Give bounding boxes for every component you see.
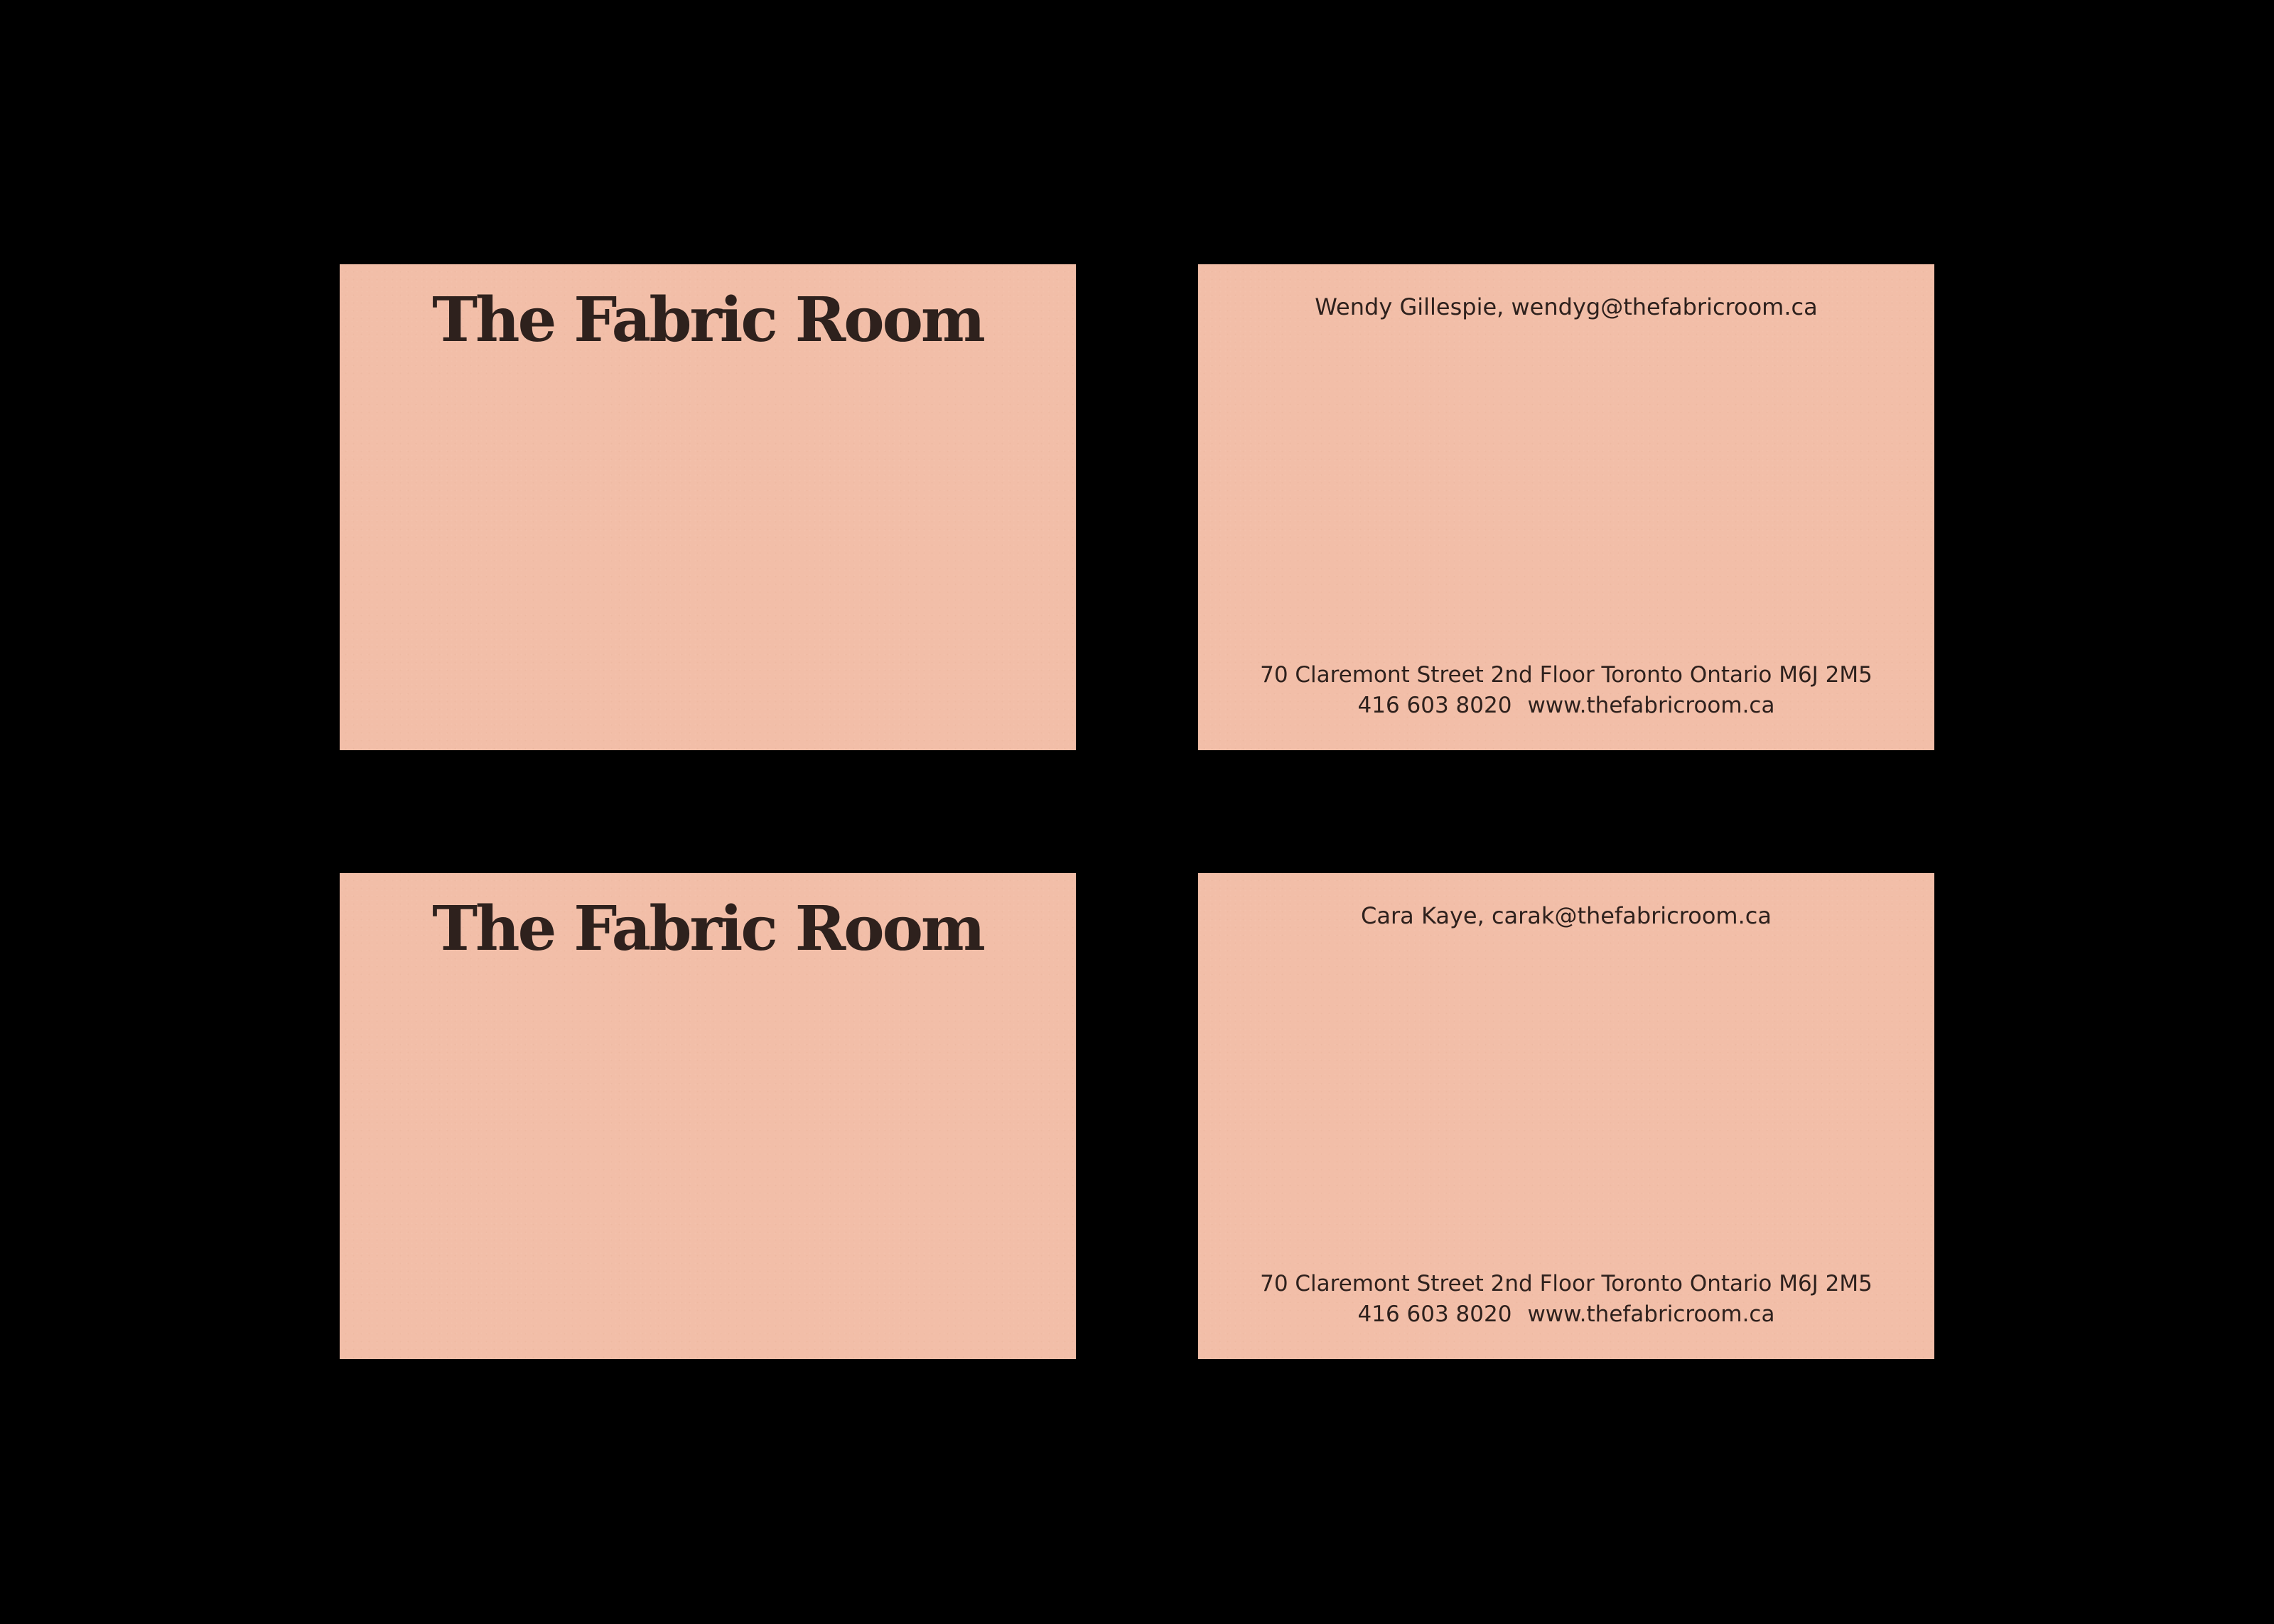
address-block: 70 Claremont Street 2nd Floor Toronto On…: [1198, 1269, 1934, 1330]
website: www.thefabricroom.ca: [1527, 693, 1775, 718]
phone-number: 416 603 8020: [1357, 1301, 1512, 1327]
business-card-front: The Fabric Room: [340, 873, 1076, 1359]
contact-name-email: Wendy Gillespie, wendyg@thefabricroom.ca: [1315, 293, 1818, 320]
website: www.thefabricroom.ca: [1527, 1301, 1775, 1327]
phone-website-line: 416 603 8020 www.thefabricroom.ca: [1198, 691, 1934, 721]
street-address: 70 Claremont Street 2nd Floor Toronto On…: [1260, 662, 1872, 688]
street-address: 70 Claremont Street 2nd Floor Toronto On…: [1260, 1271, 1872, 1297]
contact-name-email: Cara Kaye, carak@thefabricroom.ca: [1361, 902, 1772, 929]
business-card-front: The Fabric Room: [340, 264, 1076, 750]
business-card-back: Cara Kaye, carak@thefabricroom.ca 70 Cla…: [1198, 873, 1934, 1359]
phone-website-line: 416 603 8020 www.thefabricroom.ca: [1198, 1299, 1934, 1330]
phone-number: 416 603 8020: [1357, 693, 1512, 718]
wordmark: The Fabric Room: [432, 284, 986, 356]
wordmark: The Fabric Room: [432, 893, 986, 965]
business-card-back: Wendy Gillespie, wendyg@thefabricroom.ca…: [1198, 264, 1934, 750]
address-block: 70 Claremont Street 2nd Floor Toronto On…: [1198, 660, 1934, 721]
